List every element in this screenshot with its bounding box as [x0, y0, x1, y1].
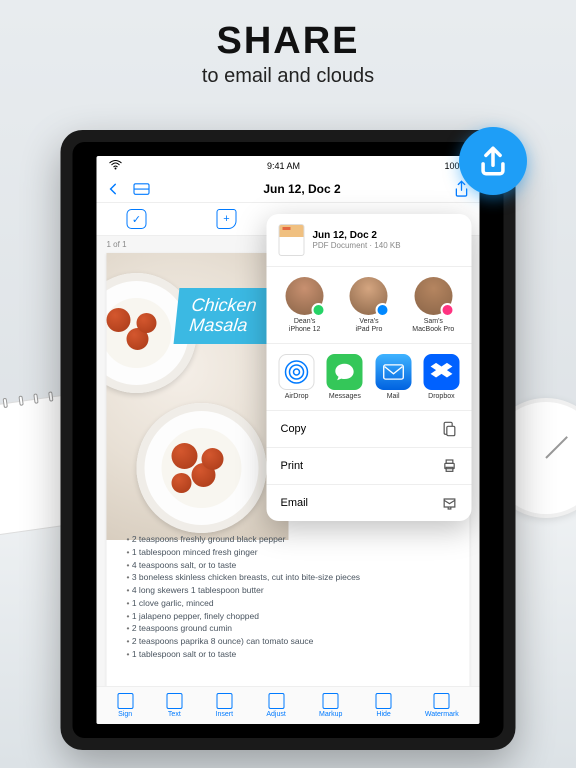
- wifi-icon: [109, 160, 123, 172]
- chevron-left-icon: [107, 182, 121, 196]
- avatar: [414, 277, 452, 315]
- ingredient-item: 3 boneless skinless chicken breasts, cut…: [119, 571, 458, 584]
- avatar: [286, 277, 324, 315]
- share-app-dropbox[interactable]: Dropbox: [419, 354, 463, 400]
- bottom-toolbar: Sign Text Insert Adjust Markup Hide Watermark: [97, 686, 480, 724]
- print-icon: [442, 458, 458, 474]
- share-callout-button[interactable]: [459, 127, 527, 195]
- messages-icon: [327, 354, 363, 390]
- text-icon: [166, 693, 182, 709]
- status-time: 9:41 AM: [267, 161, 300, 171]
- share-actions-list: CopyPrintEmail: [267, 411, 472, 521]
- scanner-icon: [133, 182, 151, 196]
- share-contact[interactable]: Vera'siPad Pro: [341, 277, 397, 333]
- promo-subtitle: to email and clouds: [0, 65, 576, 88]
- copy-icon: [442, 421, 458, 437]
- ingredient-item: 2 teaspoons freshly ground black pepper: [119, 533, 458, 546]
- page-add-tool[interactable]: +: [217, 209, 237, 229]
- scanner-button[interactable]: [133, 182, 151, 196]
- airdrop-icon: [279, 354, 315, 390]
- share-doc-info: Jun 12, Doc 2 PDF Document · 140 KB: [267, 214, 472, 267]
- ingredient-item: 4 long skewers 1 tablespoon butter: [119, 584, 458, 597]
- status-bar: 9:41 AM 100%: [97, 156, 480, 176]
- tool-insert[interactable]: Insert: [216, 693, 234, 718]
- share-app-mail[interactable]: Mail: [371, 354, 415, 400]
- recipe-ingredients: 2 teaspoons freshly ground black pepper1…: [119, 533, 458, 661]
- share-action-print[interactable]: Print: [267, 448, 472, 485]
- watermark-icon: [434, 693, 450, 709]
- back-button[interactable]: [107, 182, 121, 196]
- share-app-airdrop[interactable]: AirDrop: [275, 354, 319, 400]
- app-screen: 9:41 AM 100% Jun 12, Doc 2 ✓ + 1 of 1: [97, 156, 480, 724]
- select-tool[interactable]: ✓: [127, 209, 147, 229]
- recipe-title: ChickenMasala: [174, 288, 273, 344]
- ingredient-item: 2 teaspoons paprika 8 ounce) can tomato …: [119, 635, 458, 648]
- ingredient-item: 1 clove garlic, minced: [119, 597, 458, 610]
- hide-icon: [376, 693, 392, 709]
- share-up-icon: [476, 144, 510, 178]
- share-contact[interactable]: Sam'sMacBook Pro: [405, 277, 461, 333]
- markup-icon: [323, 693, 339, 709]
- ingredient-item: 4 teaspoons salt, or to taste: [119, 559, 458, 572]
- share-action-copy[interactable]: Copy: [267, 411, 472, 448]
- email-icon: [442, 495, 458, 511]
- share-doc-meta: PDF Document · 140 KB: [313, 241, 401, 250]
- share-sheet: Jun 12, Doc 2 PDF Document · 140 KB Dean…: [267, 214, 472, 521]
- tool-adjust[interactable]: Adjust: [266, 693, 285, 718]
- share-contacts-row: Dean'siPhone 12Vera'siPad ProSam'sMacBoo…: [267, 267, 472, 344]
- nav-bar: Jun 12, Doc 2: [97, 176, 480, 203]
- share-doc-title: Jun 12, Doc 2: [313, 230, 401, 241]
- ingredient-item: 1 tablespoon salt or to taste: [119, 648, 458, 661]
- insert-icon: [216, 693, 232, 709]
- ingredient-item: 2 teaspoons ground cumin: [119, 622, 458, 635]
- dropbox-icon: [423, 354, 459, 390]
- ingredient-item: 1 tablespoon minced fresh ginger: [119, 546, 458, 559]
- doc-thumbnail-icon: [279, 224, 305, 256]
- avatar: [350, 277, 388, 315]
- nav-title: Jun 12, Doc 2: [263, 182, 340, 196]
- tool-watermark[interactable]: Watermark: [425, 693, 459, 718]
- share-app-messages[interactable]: Messages: [323, 354, 367, 400]
- ipad-frame: 9:41 AM 100% Jun 12, Doc 2 ✓ + 1 of 1: [61, 130, 516, 750]
- mail-icon: [375, 354, 411, 390]
- tool-markup[interactable]: Markup: [319, 693, 342, 718]
- share-apps-row: AirDropMessagesMailDropbox: [267, 344, 472, 411]
- ingredient-item: 1 jalapeno pepper, finely chopped: [119, 610, 458, 623]
- share-action-email[interactable]: Email: [267, 485, 472, 521]
- sign-icon: [117, 693, 133, 709]
- promo-header: SHARE to email and clouds: [0, 0, 576, 98]
- adjust-icon: [268, 693, 284, 709]
- share-contact[interactable]: Dean'siPhone 12: [277, 277, 333, 333]
- promo-title: SHARE: [0, 20, 576, 63]
- tool-text[interactable]: Text: [166, 693, 182, 718]
- tool-sign[interactable]: Sign: [117, 693, 133, 718]
- tool-hide[interactable]: Hide: [376, 693, 392, 718]
